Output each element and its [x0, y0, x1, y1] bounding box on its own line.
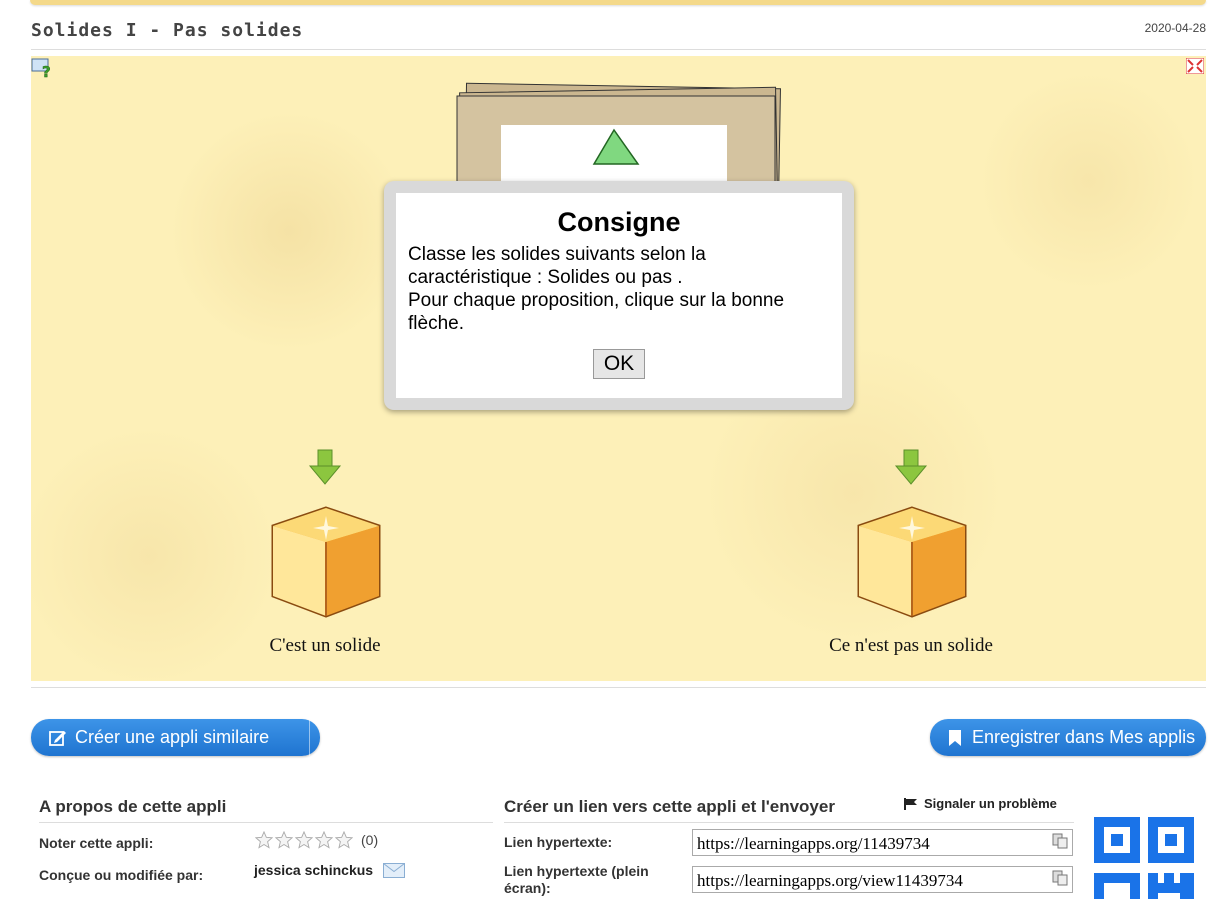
star-icon[interactable] [315, 831, 333, 849]
box-icon[interactable] [267, 502, 385, 620]
mail-icon[interactable] [383, 862, 406, 878]
title-divider [31, 49, 1206, 50]
about-title: A propos de cette appli [39, 797, 227, 816]
dialog-line-2: Pour chaque proposition, clique sur la b… [408, 290, 785, 334]
target-label-solid: C'est un solide [269, 635, 381, 656]
app-date: 2020-04-28 [1144, 21, 1206, 35]
share-divider [504, 822, 1074, 823]
link-field[interactable]: https://learningapps.org/11439734 [692, 829, 1073, 856]
arrow-down-icon[interactable] [308, 448, 342, 488]
dialog-title: Consigne [557, 207, 681, 237]
create-similar-label: Créer une appli similaire [75, 727, 270, 747]
box-icon[interactable] [853, 502, 971, 620]
author-row: jessica schinckus [254, 862, 406, 878]
link-label: Lien hypertexte: [504, 834, 613, 850]
dialog-line-1: Classe les solides suivants selon la car… [408, 244, 706, 288]
link-value: https://learningapps.org/11439734 [697, 834, 930, 853]
ok-button[interactable]: OK [592, 349, 646, 379]
star-icon[interactable] [255, 831, 273, 849]
dialog-body: Classe les solides suivants selon la car… [408, 243, 830, 335]
create-similar-button[interactable]: Créer une appli similaire [31, 719, 335, 756]
stage-divider [31, 687, 1206, 688]
report-problem-label: Signaler un problème [924, 796, 1057, 811]
bookmark-icon [949, 729, 961, 746]
flag-icon [904, 797, 917, 810]
save-label: Enregistrer dans Mes applis [972, 727, 1196, 747]
caret-down-icon [325, 734, 335, 741]
app-stage[interactable]: ? Consigne Classe les solides suivants s… [31, 56, 1206, 681]
help-icon[interactable]: ? [31, 56, 55, 80]
qr-code [1094, 817, 1194, 899]
svg-text:?: ? [42, 63, 51, 80]
fullscreen-link-value: https://learningapps.org/view11439734 [697, 871, 963, 890]
fullscreen-link-field[interactable]: https://learningapps.org/view11439734 [692, 866, 1073, 893]
fullscreen-link-label: Lien hypertexte (plein écran): [504, 863, 649, 896]
star-icon[interactable] [275, 831, 293, 849]
about-divider [39, 822, 493, 823]
star-rating[interactable]: (0) [255, 831, 378, 849]
share-title: Créer un lien vers cette appli et l'envo… [504, 797, 835, 816]
copy-icon[interactable] [1052, 870, 1068, 886]
instructions-dialog: Consigne Classe les solides suivants sel… [384, 181, 854, 410]
save-to-my-apps-button[interactable]: Enregistrer dans Mes applis [930, 719, 1206, 756]
rating-count: (0) [361, 832, 379, 848]
app-title: Solides I - Pas solides [31, 20, 304, 41]
top-strip [30, 0, 1206, 5]
rate-label: Noter cette appli: [39, 835, 154, 851]
report-problem-link[interactable]: Signaler un problème [904, 796, 1057, 811]
fullscreen-icon[interactable] [1186, 58, 1204, 74]
star-icon[interactable] [335, 831, 353, 849]
target-label-not-solid: Ce n'est pas un solide [829, 635, 993, 656]
author-label: Conçue ou modifiée par: [39, 867, 204, 883]
star-icon[interactable] [295, 831, 313, 849]
edit-icon [49, 730, 66, 746]
arrow-down-icon[interactable] [894, 448, 928, 488]
create-options-dropdown[interactable] [309, 719, 351, 756]
copy-icon[interactable] [1052, 833, 1068, 849]
author-name[interactable]: jessica schinckus [254, 862, 373, 878]
